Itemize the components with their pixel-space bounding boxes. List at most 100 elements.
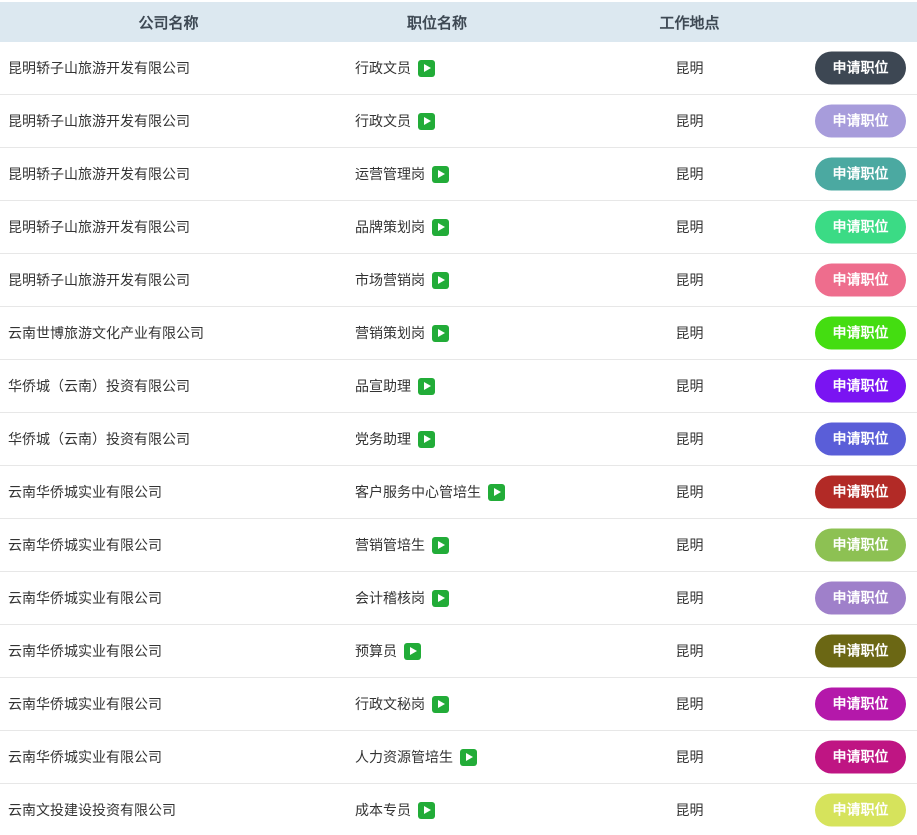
- location-cell: 昆明: [537, 588, 842, 608]
- apply-button[interactable]: 申请职位: [815, 370, 906, 403]
- location-cell: 昆明: [537, 164, 842, 184]
- position-name: 人力资源管培生: [355, 747, 453, 767]
- location-cell: 昆明: [537, 694, 842, 714]
- company-name-cell: 昆明轿子山旅游开发有限公司: [0, 164, 337, 184]
- table-row: 云南华侨城实业有限公司 营销管培生 昆明 申请职位: [0, 519, 917, 572]
- apply-button[interactable]: 申请职位: [815, 423, 906, 456]
- play-icon[interactable]: [404, 643, 421, 660]
- column-header-position: 职位名称: [337, 12, 537, 33]
- position-name: 客户服务中心管培生: [355, 482, 481, 502]
- play-triangle: [438, 170, 445, 178]
- play-icon[interactable]: [418, 378, 435, 395]
- position-name: 品宣助理: [355, 376, 411, 396]
- position-name: 行政文秘岗: [355, 694, 425, 714]
- play-icon[interactable]: [432, 166, 449, 183]
- play-triangle: [438, 223, 445, 231]
- apply-button[interactable]: 申请职位: [815, 264, 906, 297]
- play-triangle: [424, 64, 431, 72]
- table-row: 昆明轿子山旅游开发有限公司 行政文员 昆明 申请职位: [0, 95, 917, 148]
- position-name: 运营管理岗: [355, 164, 425, 184]
- table-row: 云南文投建设投资有限公司 成本专员 昆明 申请职位: [0, 784, 917, 835]
- apply-button[interactable]: 申请职位: [815, 105, 906, 138]
- play-icon[interactable]: [432, 590, 449, 607]
- apply-button[interactable]: 申请职位: [815, 476, 906, 509]
- position-name: 预算员: [355, 641, 397, 661]
- play-triangle: [438, 541, 445, 549]
- location-cell: 昆明: [537, 111, 842, 131]
- company-name-cell: 云南华侨城实业有限公司: [0, 694, 337, 714]
- company-name-cell: 昆明轿子山旅游开发有限公司: [0, 270, 337, 290]
- company-name-cell: 云南华侨城实业有限公司: [0, 482, 337, 502]
- location-cell: 昆明: [537, 270, 842, 290]
- apply-button[interactable]: 申请职位: [815, 582, 906, 615]
- job-table-body: 昆明轿子山旅游开发有限公司 行政文员 昆明 申请职位 昆明轿子山旅游开发有限公司…: [0, 42, 917, 835]
- job-listing-page: 公司名称 职位名称 工作地点 昆明轿子山旅游开发有限公司 行政文员 昆明 申请职…: [0, 0, 917, 835]
- position-name: 营销管培生: [355, 535, 425, 555]
- play-icon[interactable]: [432, 537, 449, 554]
- play-icon[interactable]: [418, 60, 435, 77]
- table-row: 昆明轿子山旅游开发有限公司 行政文员 昆明 申请职位: [0, 42, 917, 95]
- company-name-cell: 昆明轿子山旅游开发有限公司: [0, 58, 337, 78]
- table-row: 昆明轿子山旅游开发有限公司 运营管理岗 昆明 申请职位: [0, 148, 917, 201]
- company-name-cell: 昆明轿子山旅游开发有限公司: [0, 217, 337, 237]
- table-row: 云南华侨城实业有限公司 预算员 昆明 申请职位: [0, 625, 917, 678]
- play-icon[interactable]: [460, 749, 477, 766]
- location-cell: 昆明: [537, 482, 842, 502]
- apply-button[interactable]: 申请职位: [815, 688, 906, 721]
- play-icon[interactable]: [418, 113, 435, 130]
- play-icon[interactable]: [432, 272, 449, 289]
- apply-button[interactable]: 申请职位: [815, 741, 906, 774]
- apply-button[interactable]: 申请职位: [815, 635, 906, 668]
- apply-button[interactable]: 申请职位: [815, 211, 906, 244]
- location-cell: 昆明: [537, 641, 842, 661]
- apply-button[interactable]: 申请职位: [815, 794, 906, 827]
- location-cell: 昆明: [537, 217, 842, 237]
- location-cell: 昆明: [537, 429, 842, 449]
- table-row: 华侨城（云南）投资有限公司 品宣助理 昆明 申请职位: [0, 360, 917, 413]
- company-name-cell: 云南华侨城实业有限公司: [0, 641, 337, 661]
- table-row: 云南华侨城实业有限公司 人力资源管培生 昆明 申请职位: [0, 731, 917, 784]
- play-triangle: [438, 276, 445, 284]
- location-cell: 昆明: [537, 376, 842, 396]
- play-triangle: [494, 488, 501, 496]
- company-name-cell: 昆明轿子山旅游开发有限公司: [0, 111, 337, 131]
- position-name: 会计稽核岗: [355, 588, 425, 608]
- company-name-cell: 云南华侨城实业有限公司: [0, 535, 337, 555]
- position-name: 品牌策划岗: [355, 217, 425, 237]
- company-name-cell: 云南世博旅游文化产业有限公司: [0, 323, 337, 343]
- position-name: 行政文员: [355, 58, 411, 78]
- location-cell: 昆明: [537, 747, 842, 767]
- location-cell: 昆明: [537, 58, 842, 78]
- company-name-cell: 华侨城（云南）投资有限公司: [0, 429, 337, 449]
- position-name: 成本专员: [355, 800, 411, 820]
- position-name: 营销策划岗: [355, 323, 425, 343]
- table-row: 云南世博旅游文化产业有限公司 营销策划岗 昆明 申请职位: [0, 307, 917, 360]
- location-cell: 昆明: [537, 323, 842, 343]
- play-icon[interactable]: [432, 696, 449, 713]
- company-name-cell: 华侨城（云南）投资有限公司: [0, 376, 337, 396]
- column-header-company: 公司名称: [0, 12, 337, 33]
- table-row: 云南华侨城实业有限公司 会计稽核岗 昆明 申请职位: [0, 572, 917, 625]
- play-icon[interactable]: [418, 802, 435, 819]
- column-header-location: 工作地点: [537, 12, 842, 33]
- apply-button[interactable]: 申请职位: [815, 317, 906, 350]
- location-cell: 昆明: [537, 535, 842, 555]
- table-row: 华侨城（云南）投资有限公司 党务助理 昆明 申请职位: [0, 413, 917, 466]
- play-triangle: [438, 594, 445, 602]
- play-triangle: [424, 806, 431, 814]
- position-name: 市场营销岗: [355, 270, 425, 290]
- table-header: 公司名称 职位名称 工作地点: [0, 2, 917, 42]
- apply-button[interactable]: 申请职位: [815, 158, 906, 191]
- table-row: 云南华侨城实业有限公司 行政文秘岗 昆明 申请职位: [0, 678, 917, 731]
- play-icon[interactable]: [432, 325, 449, 342]
- play-triangle: [466, 753, 473, 761]
- table-row: 昆明轿子山旅游开发有限公司 品牌策划岗 昆明 申请职位: [0, 201, 917, 254]
- table-row: 云南华侨城实业有限公司 客户服务中心管培生 昆明 申请职位: [0, 466, 917, 519]
- play-icon[interactable]: [418, 431, 435, 448]
- play-triangle: [438, 329, 445, 337]
- play-icon[interactable]: [488, 484, 505, 501]
- company-name-cell: 云南华侨城实业有限公司: [0, 588, 337, 608]
- apply-button[interactable]: 申请职位: [815, 529, 906, 562]
- apply-button[interactable]: 申请职位: [815, 52, 906, 85]
- play-icon[interactable]: [432, 219, 449, 236]
